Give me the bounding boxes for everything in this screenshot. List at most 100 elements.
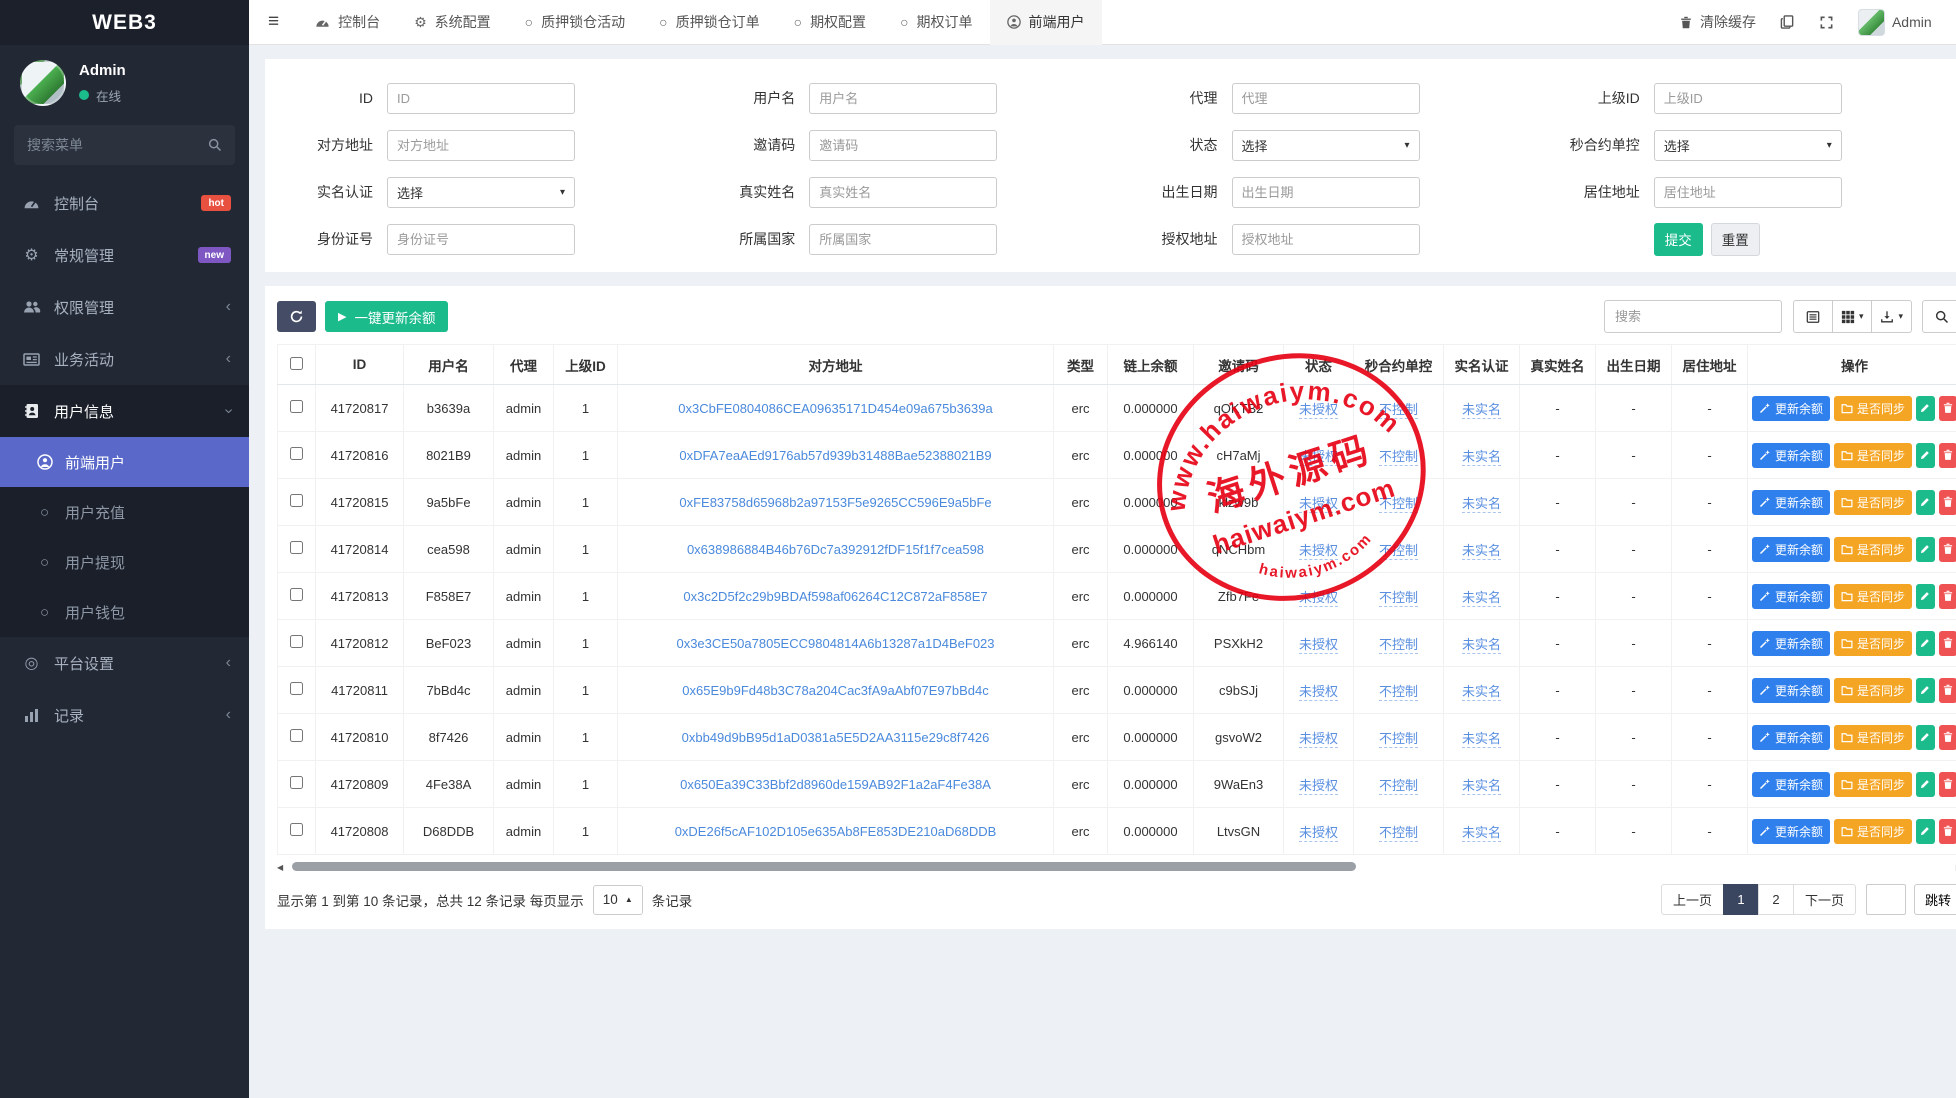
hamburger-icon[interactable]: ≡ [249,11,298,33]
realname-status-link[interactable]: 未实名 [1462,637,1501,654]
filter-id-input[interactable] [387,83,575,114]
filter-invite-input[interactable] [809,130,997,161]
sidebar-item-platform-settings[interactable]: ◎ 平台设置 ‹ [0,637,249,689]
wallet-address-link[interactable]: 0x65E9b9Fd48b3C78a204Cac3fA9aAbf07E97bBd… [618,667,1054,714]
row-checkbox[interactable] [290,494,303,507]
row-checkbox[interactable] [290,729,303,742]
wallet-address-link[interactable]: 0x650Ea39C33Bbf2d8960de159AB92F1a2aF4Fe3… [618,761,1054,808]
jump-button[interactable]: 跳转 [1914,884,1956,915]
delete-button[interactable] [1939,584,1956,609]
contract-control-link[interactable]: 不控制 [1379,449,1418,466]
authorize-status-link[interactable]: 未授权 [1299,731,1338,748]
update-balance-button[interactable]: 更新余额 [1752,678,1830,703]
filter-address-input[interactable] [387,130,575,161]
tab-frontend-users[interactable]: 前端用户 [990,0,1102,45]
tab-system-config[interactable]: ⚙ 系统配置 [397,0,508,45]
realname-status-link[interactable]: 未实名 [1462,543,1501,560]
authorize-status-link[interactable]: 未授权 [1299,637,1338,654]
filter-status-select[interactable]: 选择▾ [1232,130,1420,161]
search-icon[interactable] [208,138,222,152]
jump-page-input[interactable] [1866,884,1906,915]
sidebar-item-permissions[interactable]: 权限管理 ‹ [0,281,249,333]
update-balance-button[interactable]: 更新余额 [1752,819,1830,844]
sync-button[interactable]: 是否同步 [1834,396,1912,421]
sidebar-subitem-user-withdraw[interactable]: ○ 用户提现 [0,537,249,587]
contract-control-link[interactable]: 不控制 [1379,402,1418,419]
authorize-status-link[interactable]: 未授权 [1299,543,1338,560]
row-checkbox[interactable] [290,447,303,460]
page-button-2[interactable]: 2 [1758,884,1794,915]
update-balance-button[interactable]: 更新余额 [1752,772,1830,797]
tab-options-config[interactable]: ○ 期权配置 [777,0,883,45]
realname-status-link[interactable]: 未实名 [1462,590,1501,607]
avatar[interactable] [20,60,66,106]
tab-dashboard[interactable]: 控制台 [298,0,397,45]
filter-username-input[interactable] [809,83,997,114]
sync-button[interactable]: 是否同步 [1834,584,1912,609]
authorize-status-link[interactable]: 未授权 [1299,825,1338,842]
sync-button[interactable]: 是否同步 [1834,537,1912,562]
row-checkbox[interactable] [290,400,303,413]
edit-button[interactable] [1916,819,1934,844]
authorize-status-link[interactable]: 未授权 [1299,402,1338,419]
prev-page-button[interactable]: 上一页 [1661,884,1724,915]
clear-cache-button[interactable]: 清除缓存 [1679,12,1756,32]
row-checkbox[interactable] [290,776,303,789]
authorize-status-link[interactable]: 未授权 [1299,590,1338,607]
contract-control-link[interactable]: 不控制 [1379,684,1418,701]
realname-status-link[interactable]: 未实名 [1462,684,1501,701]
wallet-address-link[interactable]: 0xbb49d9bB95d1aD0381a5E5D2AA3115e29c8f74… [618,714,1054,761]
filter-realname-auth-select[interactable]: 选择▾ [387,177,575,208]
page-size-select[interactable]: 10 ▲ [593,885,643,915]
table-search-input[interactable] [1604,300,1782,333]
row-checkbox[interactable] [290,682,303,695]
contract-control-link[interactable]: 不控制 [1379,637,1418,654]
edit-button[interactable] [1916,725,1934,750]
sidebar-item-records[interactable]: 记录 ‹ [0,689,249,741]
refresh-button[interactable] [277,301,316,332]
delete-button[interactable] [1939,678,1956,703]
filter-agent-input[interactable] [1232,83,1420,114]
edit-button[interactable] [1916,631,1934,656]
contract-control-link[interactable]: 不控制 [1379,590,1418,607]
export-button[interactable]: ▾ [1871,300,1912,333]
copy-icon[interactable] [1780,14,1795,30]
sync-button[interactable]: 是否同步 [1834,631,1912,656]
next-page-button[interactable]: 下一页 [1793,884,1856,915]
wallet-address-link[interactable]: 0xDFA7eaAEd9176ab57d939b31488Bae52388021… [618,432,1054,479]
update-balance-button[interactable]: 更新余额 [1752,443,1830,468]
realname-status-link[interactable]: 未实名 [1462,402,1501,419]
realname-status-link[interactable]: 未实名 [1462,778,1501,795]
tab-options-orders[interactable]: ○ 期权订单 [883,0,989,45]
select-all-checkbox[interactable] [290,357,303,370]
authorize-status-link[interactable]: 未授权 [1299,684,1338,701]
update-balance-button[interactable]: 更新余额 [1752,631,1830,656]
row-checkbox[interactable] [290,588,303,601]
wallet-address-link[interactable]: 0x638986884B46b76Dc7a392912fDF15f1f7cea5… [618,526,1054,573]
wallet-address-link[interactable]: 0x3CbFE0804086CEA09635171D454e09a675b363… [618,385,1054,432]
columns-button[interactable]: ▾ [1832,300,1873,333]
edit-button[interactable] [1916,537,1934,562]
sidebar-item-general[interactable]: ⚙ 常规管理 new [0,229,249,281]
realname-status-link[interactable]: 未实名 [1462,731,1501,748]
wallet-address-link[interactable]: 0xDE26f5cAF102D105e635Ab8FE853DE210aD68D… [618,808,1054,855]
scroll-left-icon[interactable]: ◀ [277,863,283,872]
realname-status-link[interactable]: 未实名 [1462,449,1501,466]
contract-control-link[interactable]: 不控制 [1379,731,1418,748]
authorize-status-link[interactable]: 未授权 [1299,496,1338,513]
wallet-address-link[interactable]: 0x3e3CE50a7805ECC9804814A6b13287a1D4BeF0… [618,620,1054,667]
update-balance-button[interactable]: 更新余额 [1752,725,1830,750]
filter-country-input[interactable] [809,224,997,255]
row-checkbox[interactable] [290,823,303,836]
sidebar-subitem-user-wallet[interactable]: ○ 用户钱包 [0,587,249,637]
filter-contract-control-select[interactable]: 选择▾ [1654,130,1842,161]
sidebar-subitem-frontend-users[interactable]: 前端用户 [0,437,249,487]
update-balance-button[interactable]: 更新余额 [1752,490,1830,515]
sync-button[interactable]: 是否同步 [1834,490,1912,515]
filter-id-number-input[interactable] [387,224,575,255]
delete-button[interactable] [1939,490,1956,515]
update-balance-button[interactable]: 更新余额 [1752,396,1830,421]
edit-button[interactable] [1916,678,1934,703]
row-checkbox[interactable] [290,635,303,648]
filter-real-name-input[interactable] [809,177,997,208]
